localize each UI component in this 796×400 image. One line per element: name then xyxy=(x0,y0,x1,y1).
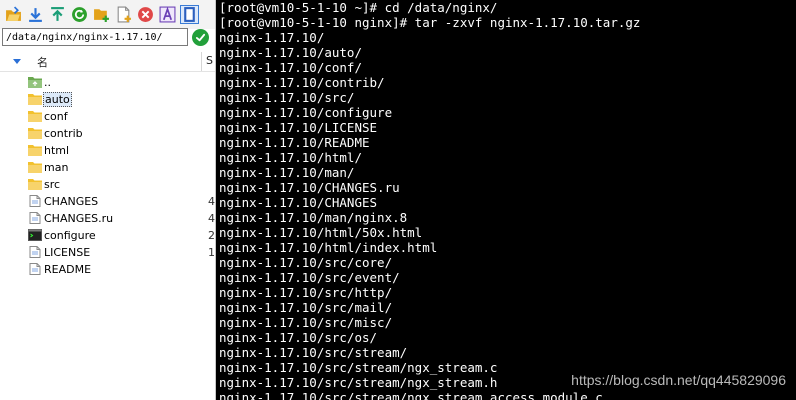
file-name: html xyxy=(44,144,70,157)
rename-button[interactable] xyxy=(158,5,177,24)
column-header-name[interactable]: 名 xyxy=(37,54,48,70)
new-file-icon xyxy=(115,6,132,23)
file-name: configure xyxy=(44,229,96,242)
terminal-file-icon xyxy=(28,229,42,241)
open-folder-button[interactable] xyxy=(4,5,23,24)
file-browser-panel: /data/nginx/nginx-1.17.10/ 名 S .. auto con… xyxy=(0,0,216,400)
folder-icon xyxy=(28,110,42,122)
file-list-item[interactable]: src xyxy=(0,176,215,193)
folder-icon xyxy=(28,144,42,156)
terminal-line: nginx-1.17.10/man/nginx.8 xyxy=(219,210,408,225)
refresh-icon xyxy=(71,6,88,23)
folder-icon xyxy=(28,161,42,173)
file-name: LICENSE xyxy=(44,246,91,259)
terminal-line: nginx-1.17.10/src/event/ xyxy=(219,270,400,285)
folder-icon xyxy=(28,178,42,190)
open-folder-icon xyxy=(5,6,22,23)
rename-icon xyxy=(159,6,176,23)
terminal-line: nginx-1.17.10/src/stream/ xyxy=(219,345,408,360)
terminal-line: nginx-1.17.10/src/core/ xyxy=(219,255,393,270)
refresh-button[interactable] xyxy=(70,5,89,24)
file-list-item[interactable]: .. xyxy=(0,74,215,91)
file-name: man xyxy=(44,161,69,174)
file-list-item[interactable]: html xyxy=(0,142,215,159)
download-icon xyxy=(27,6,44,23)
terminal-line: nginx-1.17.10/README xyxy=(219,135,370,150)
terminal-line: nginx-1.17.10/man/ xyxy=(219,165,355,180)
terminal-line: [root@vm10-5-1-10 ~]# cd /data/nginx/ xyxy=(219,0,498,15)
file-list-item[interactable]: LICENSE 1 xyxy=(0,244,215,261)
file-list-item[interactable]: man xyxy=(0,159,215,176)
file-name: README xyxy=(44,263,92,276)
document-icon xyxy=(28,195,42,207)
terminal-line: nginx-1.17.10/html/ xyxy=(219,150,362,165)
file-list-item[interactable]: contrib xyxy=(0,125,215,142)
file-list-item[interactable]: auto xyxy=(0,91,215,108)
document-icon xyxy=(28,246,42,258)
terminal-line: nginx-1.17.10/CHANGES.ru xyxy=(219,180,400,195)
terminal-line: nginx-1.17.10/src/mail/ xyxy=(219,300,393,315)
terminal-line: nginx-1.17.10/ xyxy=(219,30,325,45)
file-list-item[interactable]: CHANGES 4 xyxy=(0,193,215,210)
terminal-line: nginx-1.17.10/src/misc/ xyxy=(219,315,393,330)
terminal-line: nginx-1.17.10/src/http/ xyxy=(219,285,393,300)
file-toolbar xyxy=(0,0,215,29)
column-divider[interactable] xyxy=(201,52,202,71)
file-name: auto xyxy=(43,92,72,107)
file-list-item[interactable]: conf xyxy=(0,108,215,125)
terminal-line: nginx-1.17.10/src/stream/ngx_stream_acce… xyxy=(219,390,603,400)
new-file-button[interactable] xyxy=(114,5,133,24)
file-size: 2 xyxy=(208,229,215,242)
panel-toggle-button[interactable] xyxy=(180,5,199,24)
file-size: 4 xyxy=(208,195,215,208)
file-list-header: 名 S xyxy=(0,52,215,72)
checkmark-icon xyxy=(195,33,206,42)
terminal-line: nginx-1.17.10/conf/ xyxy=(219,60,362,75)
file-name: .. xyxy=(44,76,51,89)
sort-descending-icon[interactable] xyxy=(13,59,21,64)
file-name: src xyxy=(44,178,61,191)
folder-icon xyxy=(28,127,42,139)
path-bar: /data/nginx/nginx-1.17.10/ xyxy=(0,28,215,48)
terminal-line: nginx-1.17.10/src/os/ xyxy=(219,330,378,345)
path-input[interactable]: /data/nginx/nginx-1.17.10/ xyxy=(2,28,188,46)
upload-button[interactable] xyxy=(48,5,67,24)
delete-button[interactable] xyxy=(136,5,155,24)
panel-toggle-icon xyxy=(181,6,198,23)
folder-icon xyxy=(28,93,42,105)
go-button[interactable] xyxy=(192,29,209,46)
upload-icon xyxy=(49,6,66,23)
terminal-line: nginx-1.17.10/configure xyxy=(219,105,393,120)
document-icon xyxy=(28,263,42,275)
terminal-pane[interactable]: [root@vm10-5-1-10 ~]# cd /data/nginx/[ro… xyxy=(216,0,796,400)
terminal-line: nginx-1.17.10/src/stream/ngx_stream.h xyxy=(219,375,498,390)
new-folder-icon xyxy=(93,6,110,23)
terminal-line: nginx-1.17.10/auto/ xyxy=(219,45,362,60)
terminal-line: [root@vm10-5-1-10 nginx]# tar -zxvf ngin… xyxy=(219,15,641,30)
terminal-line: nginx-1.17.10/CHANGES xyxy=(219,195,378,210)
file-size: 4 xyxy=(208,212,215,225)
document-icon xyxy=(28,212,42,224)
download-button[interactable] xyxy=(26,5,45,24)
file-name: CHANGES.ru xyxy=(44,212,114,225)
file-list-item[interactable]: CHANGES.ru 4 xyxy=(0,210,215,227)
file-size: 1 xyxy=(208,246,215,259)
terminal-line: nginx-1.17.10/html/50x.html xyxy=(219,225,423,240)
file-name: contrib xyxy=(44,127,83,140)
terminal-line: nginx-1.17.10/LICENSE xyxy=(219,120,378,135)
terminal-line: nginx-1.17.10/src/stream/ngx_stream.c xyxy=(219,360,498,375)
terminal-line: nginx-1.17.10/contrib/ xyxy=(219,75,385,90)
delete-icon xyxy=(137,6,154,23)
file-list-item[interactable]: configure 2 xyxy=(0,227,215,244)
new-folder-button[interactable] xyxy=(92,5,111,24)
file-name: CHANGES xyxy=(44,195,99,208)
file-name: conf xyxy=(44,110,68,123)
watermark: https://blog.csdn.net/qq445829096 xyxy=(571,372,786,388)
terminal-line: nginx-1.17.10/html/index.html xyxy=(219,240,438,255)
parent-folder-icon xyxy=(28,76,42,88)
file-list-item[interactable]: README xyxy=(0,261,215,278)
terminal-line: nginx-1.17.10/src/ xyxy=(219,90,355,105)
column-header-size[interactable]: S xyxy=(206,54,213,67)
